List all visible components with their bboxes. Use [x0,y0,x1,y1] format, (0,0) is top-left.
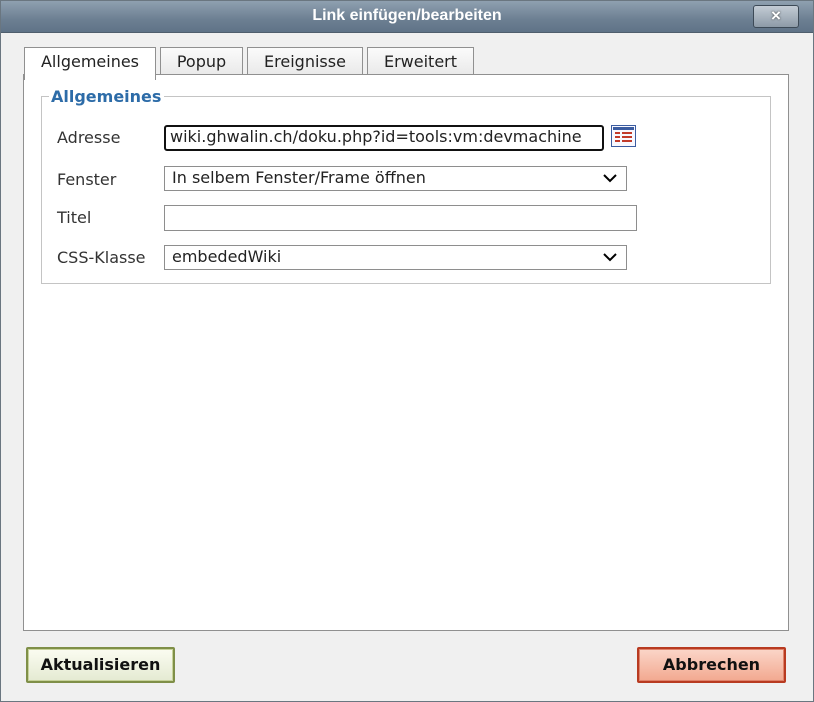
tab-label: Popup [176,52,227,71]
link-dialog: Link einfügen/bearbeiten × Allgemeines P… [0,0,814,702]
fieldset-legend: Allgemeines [51,87,162,106]
tab-erweitert[interactable]: Erweitert [367,47,474,75]
chevron-down-icon [602,167,618,190]
tab-label: Allgemeines [40,52,140,71]
tab-allgemeines[interactable]: Allgemeines [24,47,156,80]
title-bar[interactable]: Link einfügen/bearbeiten × [1,1,813,33]
tab-label: Ereignisse [264,52,346,71]
css-class-label: CSS-Klasse [57,248,146,267]
browse-icon [613,127,634,142]
address-input[interactable]: wiki.ghwalin.ch/doku.php?id=tools:vm:dev… [164,125,604,151]
window-select[interactable]: In selbem Fenster/Frame öffnen [164,166,627,191]
title-label: Titel [57,208,92,227]
chevron-down-icon [602,246,618,269]
window-select-value: In selbem Fenster/Frame öffnen [172,168,426,187]
title-input[interactable] [164,205,637,231]
close-button[interactable]: × [753,5,799,28]
cancel-button[interactable]: Abbrechen [637,647,786,683]
browse-button[interactable] [611,125,636,147]
tab-popup[interactable]: Popup [160,47,243,75]
close-icon: × [771,6,781,25]
address-label: Adresse [57,128,121,147]
cancel-button-label: Abbrechen [662,655,761,674]
update-button-label: Aktualisieren [40,655,161,674]
update-button[interactable]: Aktualisieren [26,647,175,683]
tab-ereignisse[interactable]: Ereignisse [247,47,363,75]
tab-panel: Allgemeines Adresse wiki.ghwalin.ch/doku… [23,74,789,631]
window-label: Fenster [57,170,117,189]
tab-label: Erweitert [383,52,458,71]
css-class-select-value: embededWiki [172,247,282,266]
css-class-select[interactable]: embededWiki [164,245,627,270]
dialog-title: Link einfügen/bearbeiten [312,7,502,24]
